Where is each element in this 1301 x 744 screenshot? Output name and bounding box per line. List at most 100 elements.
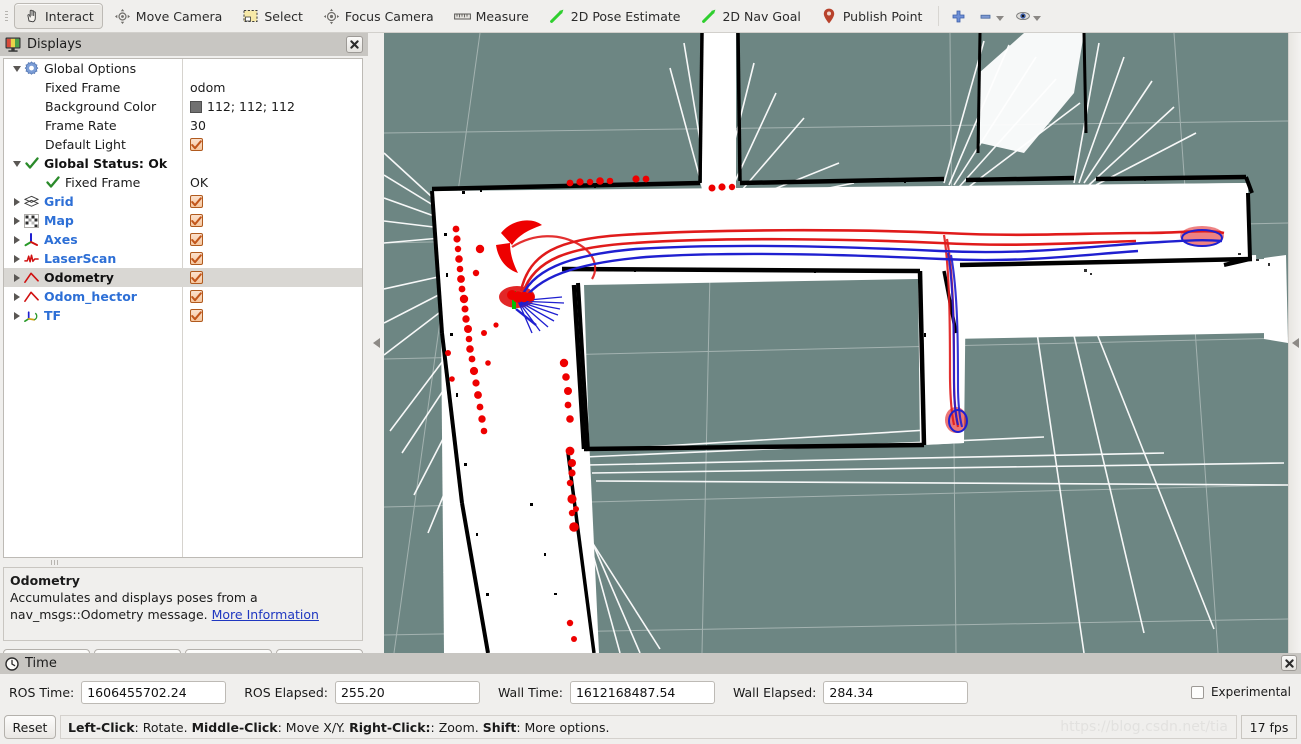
time-panel: Time ROS Time: 1606455702.24 ROS Elapsed…	[0, 653, 1301, 744]
ros-elapsed-input[interactable]: 255.20	[334, 680, 480, 704]
toolbar-select-button[interactable]: Select	[233, 3, 312, 29]
tree-item-label: Fixed Frame	[65, 175, 141, 190]
expander-expand-icon[interactable]	[14, 311, 20, 320]
odometry-icon	[24, 289, 39, 304]
chevron-down-icon[interactable]	[996, 16, 1005, 21]
fps-indicator: 17 fps	[1241, 715, 1297, 739]
tree-row-global-options[interactable]: Global Options	[4, 59, 362, 78]
expander-expand-icon[interactable]	[14, 235, 20, 244]
expander-expand-icon[interactable]	[14, 292, 20, 301]
expander-expand-icon[interactable]	[14, 197, 20, 206]
chevron-down-icon[interactable]	[1033, 16, 1042, 21]
visibility-tool-button[interactable]	[1009, 8, 1046, 25]
toolbar-interact-button[interactable]: Interact	[14, 3, 103, 29]
wall-elapsed-label: Wall Elapsed:	[732, 684, 817, 700]
add-tool-button[interactable]	[945, 8, 972, 25]
green-arrow-icon	[549, 8, 566, 25]
tree-row-background-color[interactable]: Background Color 112; 112; 112	[4, 97, 362, 116]
expander-expand-icon[interactable]	[14, 273, 20, 282]
experimental-checkbox[interactable]	[1190, 685, 1204, 699]
toolbar-move-camera-button[interactable]: Move Camera	[105, 3, 232, 29]
toolbar-drag-handle[interactable]	[2, 5, 11, 27]
ros-elapsed-label: ROS Elapsed:	[244, 684, 328, 700]
displays-close-button[interactable]	[346, 36, 363, 53]
more-information-link[interactable]: More Information	[212, 607, 319, 622]
expander-expand-icon[interactable]	[14, 254, 20, 263]
hint-fragment: : More options.	[516, 719, 610, 735]
displays-panel-header: Displays	[0, 33, 368, 56]
tree-row-fixed-frame[interactable]: Fixed Frame OK	[4, 173, 362, 192]
toolbar-focus-camera-button[interactable]: Focus Camera	[314, 3, 443, 29]
enable-checkbox[interactable]	[190, 252, 203, 265]
expander-collapse-icon[interactable]	[13, 160, 21, 167]
move-camera-icon	[114, 8, 131, 25]
remove-tool-button[interactable]	[972, 8, 1009, 25]
toolbar-measure-button[interactable]: Measure	[445, 3, 538, 29]
close-icon	[1284, 658, 1294, 668]
tf-icon	[24, 308, 39, 323]
experimental-label: Experimental	[1210, 685, 1291, 699]
enable-checkbox[interactable]	[190, 138, 203, 151]
tree-row-grid[interactable]: Grid	[4, 192, 362, 211]
time-close-button[interactable]	[1281, 655, 1297, 671]
reset-button[interactable]: Reset	[4, 715, 56, 739]
panel-splitter-handle[interactable]	[3, 559, 363, 566]
enable-checkbox[interactable]	[190, 195, 203, 208]
odometry-icon	[24, 270, 39, 285]
tree-row-global-status-ok[interactable]: Global Status: Ok	[4, 154, 362, 173]
tree-item-label: Odometry	[44, 270, 114, 285]
check-icon	[45, 175, 60, 190]
green-arrow-icon	[700, 8, 717, 25]
toolbar-button-label: Select	[264, 8, 303, 24]
tree-item-value[interactable]: 112; 112; 112	[207, 99, 295, 114]
toolbar-button-label: Interact	[45, 8, 94, 24]
tree-row-tf[interactable]: TF	[4, 306, 362, 325]
minus-icon	[977, 8, 994, 25]
select-rect-icon	[242, 8, 259, 25]
tree-row-odom-hector[interactable]: Odom_hector	[4, 287, 362, 306]
tree-item-value[interactable]: 30	[190, 118, 206, 133]
render-viewport-3d[interactable]	[384, 33, 1288, 653]
enable-checkbox[interactable]	[190, 233, 203, 246]
toolbar-2d-pose-estimate-button[interactable]: 2D Pose Estimate	[540, 3, 690, 29]
enable-checkbox[interactable]	[190, 309, 203, 322]
right-panel-collapse-handle[interactable]	[1288, 33, 1301, 653]
wall-time-input[interactable]: 1612168487.54	[569, 680, 715, 704]
toolbar-publish-point-button[interactable]: Publish Point	[812, 3, 932, 29]
color-swatch[interactable]	[190, 100, 202, 113]
left-panel-collapse-handle[interactable]	[368, 33, 384, 653]
tree-row-odometry[interactable]: Odometry	[4, 268, 362, 287]
tree-row-map[interactable]: Map	[4, 211, 362, 230]
expander-expand-icon[interactable]	[14, 216, 20, 225]
tree-row-axes[interactable]: Axes	[4, 230, 362, 249]
tree-row-default-light[interactable]: Default Light	[4, 135, 362, 154]
tree-row-fixed-frame[interactable]: Fixed Frame odom	[4, 78, 362, 97]
tree-row-frame-rate[interactable]: Frame Rate 30	[4, 116, 362, 135]
tree-item-label: Frame Rate	[45, 118, 117, 133]
time-fields-row: ROS Time: 1606455702.24 ROS Elapsed: 255…	[0, 676, 1301, 708]
tree-item-label: Grid	[44, 194, 74, 209]
ros-time-input[interactable]: 1606455702.24	[81, 680, 227, 704]
tree-item-label: TF	[44, 308, 62, 323]
displays-tree[interactable]: Global Options Fixed Frame odom Background …	[3, 58, 363, 558]
enable-checkbox[interactable]	[190, 290, 203, 303]
gear-icon	[24, 61, 39, 76]
tree-row-laserscan[interactable]: LaserScan	[4, 249, 362, 268]
tree-item-label: LaserScan	[44, 251, 117, 266]
toolbar-2d-nav-goal-button[interactable]: 2D Nav Goal	[691, 3, 809, 29]
wall-time-label: Wall Time:	[497, 684, 563, 700]
tree-item-label: Default Light	[45, 137, 126, 152]
tree-item-value[interactable]: odom	[190, 80, 225, 95]
wall-elapsed-input[interactable]: 284.34	[823, 680, 969, 704]
enable-checkbox[interactable]	[190, 214, 203, 227]
expander-collapse-icon[interactable]	[13, 65, 21, 72]
tree-item-label: Axes	[44, 232, 78, 247]
map-pin-icon	[821, 8, 838, 25]
status-bar: Reset Left-Click: Rotate. Middle-Click: …	[0, 710, 1301, 744]
toolbar-button-label: Publish Point	[842, 8, 923, 24]
tree-item-value[interactable]: OK	[190, 175, 208, 190]
displays-panel-title: Displays	[27, 37, 82, 52]
enable-checkbox[interactable]	[190, 271, 203, 284]
